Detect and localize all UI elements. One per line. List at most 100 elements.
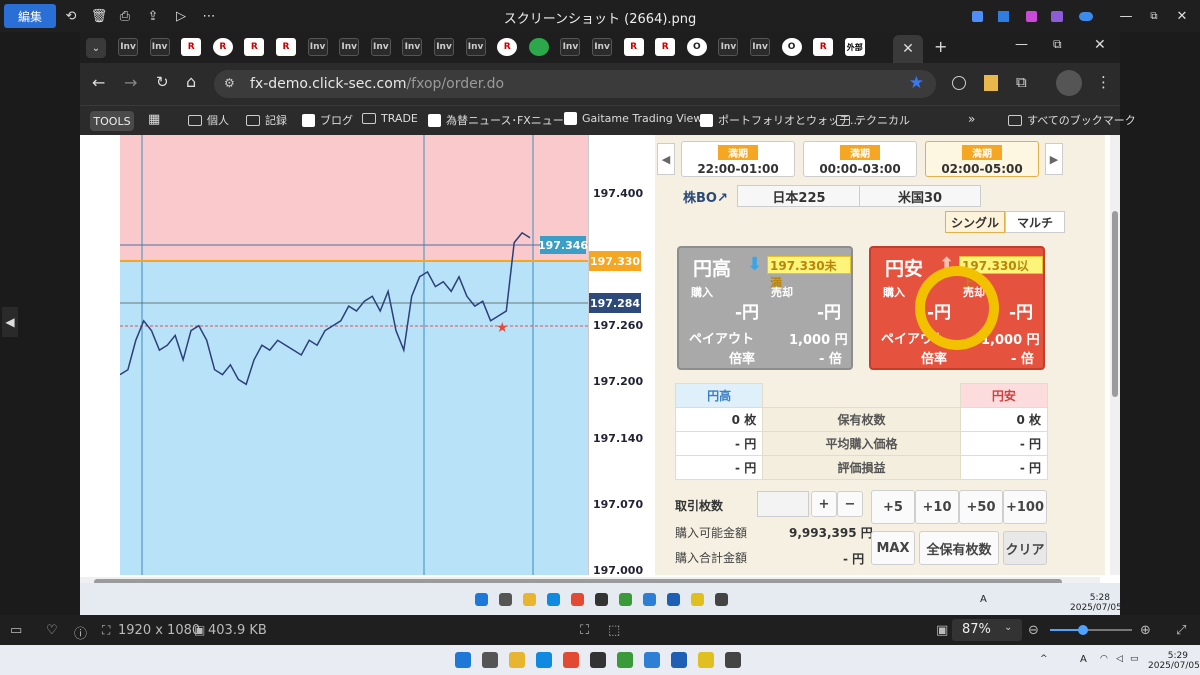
clear-button[interactable]: クリア [1003,531,1047,565]
bookmark-item[interactable]: テクニカル [836,112,910,128]
browser-tab[interactable]: Inv [592,38,612,56]
more-bookmarks-icon[interactable]: » [968,112,975,126]
start-icon[interactable] [475,593,488,606]
browser-tab[interactable] [528,38,549,56]
sticky-icon[interactable] [698,652,714,668]
vertical-scroll-thumb[interactable] [1112,211,1118,397]
search-icon[interactable] [499,593,512,606]
browser-tab[interactable]: R [181,38,202,56]
multi-mode-button[interactable]: マルチ [1005,211,1065,233]
tab-search-icon[interactable]: ⌄ [86,38,106,58]
explorer-icon[interactable] [523,593,536,606]
extensions-icon[interactable]: ⧉ [1016,73,1027,91]
browser-tab[interactable]: Inv [339,38,360,56]
new-tab-icon[interactable]: + [934,37,947,56]
browser-tab[interactable]: Inv [560,38,581,56]
actual-size-icon[interactable]: ▣ [936,623,948,638]
app-icon[interactable] [715,593,728,606]
menu-icon[interactable]: ⋮ [1096,73,1111,91]
copilot-icon[interactable] [971,10,983,22]
bookmark-item[interactable]: TRADE [362,112,418,125]
browser-tab[interactable]: Inv [434,38,454,56]
app-icon[interactable] [595,593,608,606]
back-icon[interactable]: ← [92,73,105,92]
expiry-option[interactable]: 満期 00:00-03:00 [803,141,917,177]
app-icon[interactable] [725,652,741,668]
browser-tab[interactable]: R [212,38,233,56]
site-info-icon[interactable]: ⚙ [224,76,235,90]
zoom-slider-knob[interactable] [1077,625,1088,635]
quantity-plus-button[interactable]: + [811,491,837,517]
close-icon[interactable]: ✕ [1174,4,1190,28]
quantity-minus-button[interactable]: − [837,491,863,517]
crop-icon[interactable]: ⬚ [608,623,620,638]
zoom-select[interactable]: 87% ⌄ [952,619,1022,641]
yen-down-card[interactable]: 円安 ⬆ 197.330以上 購入 売却 -円 -円 ペイアウト 1,000 円… [869,246,1045,370]
quantity-input[interactable] [757,491,809,517]
photos-icon[interactable] [667,593,680,606]
notes-icon[interactable] [619,593,632,606]
browser-minimize-icon[interactable]: — [1015,37,1028,52]
browser-tab[interactable]: Inv [307,38,328,56]
price-chart[interactable]: ★ 197.346 [120,135,588,575]
bookmark-item[interactable]: 個人 [188,112,229,128]
zoom-slider[interactable] [1050,625,1132,635]
filmstrip-icon[interactable]: ▭ [10,623,22,638]
search-icon[interactable] [482,652,498,668]
volume-icon[interactable]: ◁ [1116,654,1123,664]
yen-up-card[interactable]: 円高 ⬇ 197.330未満 購入 売却 -円 -円 ペイアウト 1,000 円… [677,246,853,370]
browser-tab[interactable]: Inv [149,38,170,56]
browser-tab[interactable]: R [623,38,644,56]
clock[interactable]: 5:29 2025/07/05 [1148,651,1200,671]
reload-icon[interactable]: ↻ [156,73,169,91]
browser-tab[interactable]: O [686,38,707,56]
edge-icon[interactable] [547,593,560,606]
plus5-button[interactable]: +5 [871,490,915,524]
bookmark-star-icon[interactable]: ★ [909,73,924,93]
minimize-icon[interactable]: — [1118,4,1134,28]
bookmark-item[interactable]: Gaitame Trading View [564,112,702,125]
onedrive-icon[interactable] [1079,11,1093,21]
expiry-prev-button[interactable]: ◀ [657,143,675,175]
stock-bo-link[interactable]: 株BO↗ [683,187,728,206]
zoom-out-icon[interactable]: ⊖ [1028,623,1039,638]
plus50-button[interactable]: +50 [959,490,1003,524]
photos-icon[interactable] [671,652,687,668]
bookmark-item[interactable]: 為替ニュース･FXニュー... [428,112,574,128]
ime-indicator[interactable]: A [1080,655,1087,665]
explorer-icon[interactable] [509,652,525,668]
active-tab-close-icon[interactable]: ✕ [893,35,923,63]
browser-tab[interactable]: Inv [118,38,138,56]
browser-close-icon[interactable]: ✕ [1094,37,1106,53]
url-input[interactable]: ⚙ fx-demo.click-sec.com/fxop/order.do ★ [214,70,936,98]
calendar-icon[interactable] [644,652,660,668]
paint-icon[interactable] [1025,10,1037,22]
browser-tab[interactable]: Inv [718,38,739,56]
calendar-icon[interactable] [643,593,656,606]
plus100-button[interactable]: +100 [1003,490,1047,524]
product-tab-us30[interactable]: 米国30 [859,185,981,207]
product-tab-nikkei[interactable]: 日本225 [737,185,861,207]
previous-image-icon[interactable]: ◀ [2,307,18,337]
plus10-button[interactable]: +10 [915,490,959,524]
vertical-scrollbar[interactable] [1110,135,1120,575]
chrome-icon[interactable] [571,593,584,606]
info-icon[interactable]: ⓘ [74,623,87,642]
zoom-in-icon[interactable]: ⊕ [1140,623,1151,638]
apps-grid-icon[interactable]: ▦ [148,112,160,127]
browser-tab[interactable]: Inv [465,38,486,56]
profile-avatar[interactable] [1056,70,1082,96]
expiry-next-button[interactable]: ▶ [1045,143,1063,175]
forward-icon[interactable]: → [124,73,137,92]
browser-tab[interactable]: Inv [370,38,391,56]
chrome-icon[interactable] [563,652,579,668]
fit-icon[interactable]: ⛶ [580,623,589,638]
browser-tab[interactable]: Inv [750,38,770,56]
app-icon[interactable] [590,652,606,668]
browser-tab[interactable]: R [813,38,834,56]
clipchamp-icon[interactable] [1051,10,1063,22]
tray-chevron-icon[interactable]: ^ [1040,654,1048,664]
bookmark-item[interactable]: ブログ [302,112,353,128]
home-icon[interactable]: ⌂ [186,72,196,91]
expiry-option-selected[interactable]: 満期 02:00-05:00 [925,141,1039,177]
